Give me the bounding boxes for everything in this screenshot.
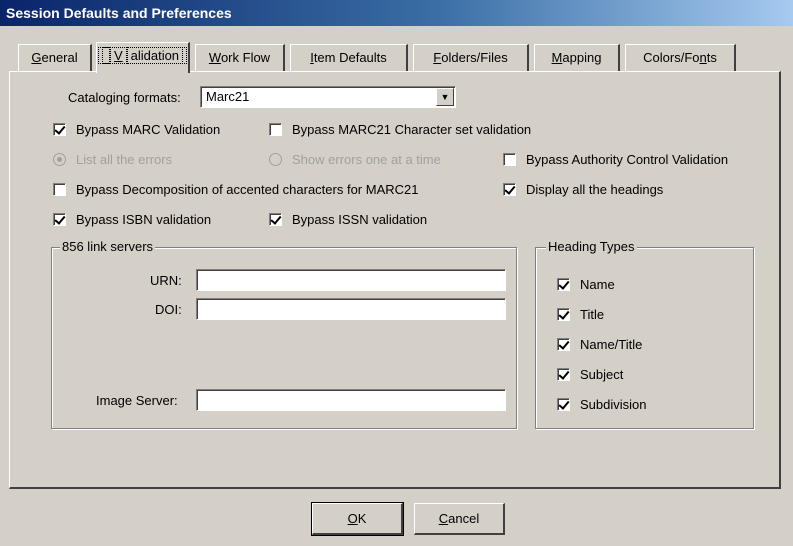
link-servers-title: 856 link servers — [60, 239, 156, 254]
list-all-errors-radio[interactable] — [53, 153, 66, 166]
list-all-errors-label: List all the errors — [76, 152, 173, 167]
show-errors-one-at-a-time-radio[interactable] — [269, 153, 282, 166]
bypass-marc21-charset-label: Bypass MARC21 Character set validation — [292, 122, 532, 137]
bypass-isbn-checkbox[interactable] — [53, 213, 66, 226]
bypass-marc21-charset-checkbox[interactable] — [269, 123, 282, 136]
bypass-issn-checkbox[interactable] — [269, 213, 282, 226]
tab-item-defaults-label: Item Defaults — [310, 50, 387, 65]
doi-input[interactable] — [196, 298, 506, 320]
tab-strip: General Validation Work Flow Item Defaul… — [18, 42, 758, 73]
heading-name-title-checkbox[interactable] — [557, 338, 570, 351]
urn-input[interactable] — [196, 269, 506, 291]
cancel-button[interactable]: Cancel — [414, 503, 505, 535]
show-errors-one-at-a-time-label: Show errors one at a time — [292, 152, 441, 167]
image-server-label: Image Server: — [96, 393, 178, 408]
display-all-headings-label: Display all the headings — [526, 182, 664, 197]
heading-subdivision-label: Subdivision — [580, 397, 647, 412]
ok-button[interactable]: OK — [311, 502, 404, 536]
bypass-decomposition-checkbox[interactable] — [53, 183, 66, 196]
heading-title-label: Title — [580, 307, 605, 322]
heading-subject-label: Subject — [580, 367, 624, 382]
bypass-authority-control-label: Bypass Authority Control Validation — [526, 152, 729, 167]
ok-button-mnemonic: O — [347, 511, 358, 526]
ok-button-label: K — [357, 511, 367, 526]
cancel-button-label: ancel — [448, 511, 480, 526]
tab-colors-fonts-label: Colors/Fonts — [643, 50, 717, 65]
cataloging-formats-label: Cataloging formats: — [68, 90, 181, 105]
tab-work-flow-label: Work Flow — [208, 50, 271, 65]
bypass-marc-validation-checkbox[interactable] — [53, 123, 66, 136]
tab-general[interactable]: General — [18, 44, 92, 72]
display-all-headings-checkbox[interactable] — [503, 183, 516, 196]
tab-colors-fonts[interactable]: Colors/Fonts — [625, 44, 736, 72]
tab-mapping-label: Mapping — [551, 50, 602, 65]
tab-validation-label: Validation — [97, 47, 188, 64]
cancel-button-mnemonic: C — [438, 511, 449, 526]
urn-label: URN: — [150, 273, 182, 288]
tab-folders-files-label: Folders/Files — [433, 50, 508, 65]
heading-name-label: Name — [580, 277, 615, 292]
heading-subject-checkbox[interactable] — [557, 368, 570, 381]
bypass-authority-control-checkbox[interactable] — [503, 153, 516, 166]
bypass-marc-validation-label: Bypass MARC Validation — [76, 122, 221, 137]
tab-mapping[interactable]: Mapping — [534, 44, 620, 72]
heading-name-title-label: Name/Title — [580, 337, 643, 352]
heading-types-title: Heading Types — [546, 239, 637, 254]
tab-item-defaults[interactable]: Item Defaults — [290, 44, 408, 72]
tab-general-label: General — [31, 50, 78, 65]
heading-name-checkbox[interactable] — [557, 278, 570, 291]
tab-validation[interactable]: Validation — [96, 42, 190, 73]
bypass-issn-label: Bypass ISSN validation — [292, 212, 428, 227]
cataloging-formats-select[interactable]: Marc21 ▼ — [200, 86, 456, 108]
chevron-down-icon[interactable]: ▼ — [436, 88, 454, 106]
bypass-decomposition-label: Bypass Decomposition of accented charact… — [76, 182, 419, 197]
heading-title-checkbox[interactable] — [557, 308, 570, 321]
window-title: Session Defaults and Preferences — [0, 0, 793, 26]
doi-label: DOI: — [155, 302, 182, 317]
image-server-input[interactable] — [196, 389, 506, 411]
heading-subdivision-checkbox[interactable] — [557, 398, 570, 411]
cataloging-formats-value: Marc21 — [206, 89, 250, 104]
tab-folders-files[interactable]: Folders/Files — [413, 44, 529, 72]
bypass-isbn-label: Bypass ISBN validation — [76, 212, 212, 227]
tab-work-flow[interactable]: Work Flow — [195, 44, 285, 72]
